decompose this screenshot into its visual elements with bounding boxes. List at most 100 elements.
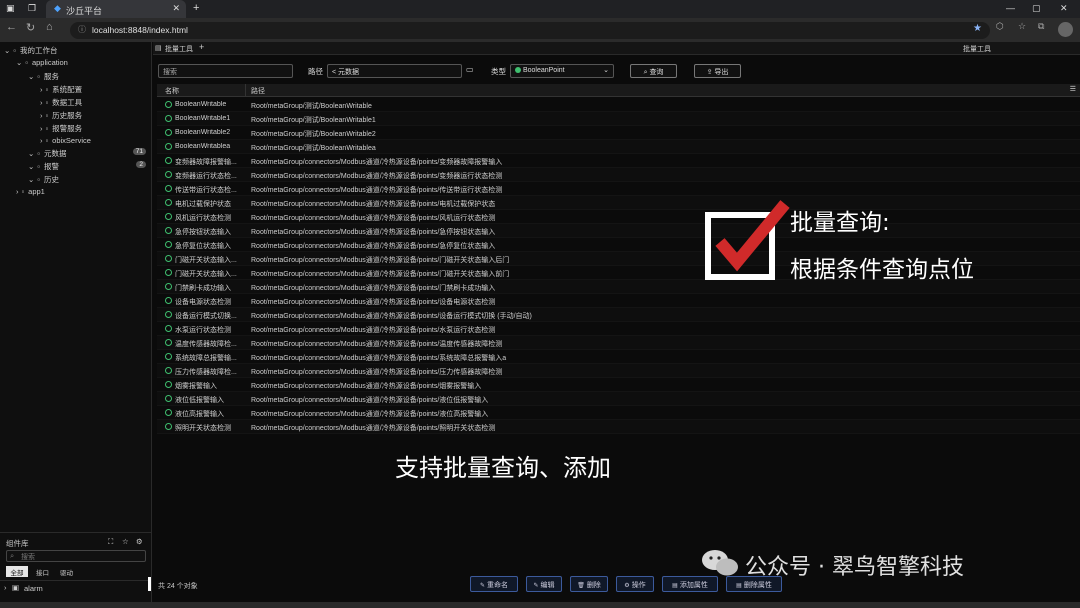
table-row[interactable]: 变频器运行状态检... Root/metaGroup/connectors/Mod… <box>157 168 1080 182</box>
folder-icon[interactable]: ▭ <box>466 65 474 74</box>
chevron-icon[interactable]: › <box>40 85 43 94</box>
tree-item[interactable]: › ▫ obixService <box>40 136 152 148</box>
table-row[interactable]: 液位低报警输入 Root/metaGroup/connectors/Modbus通… <box>157 392 1080 406</box>
divider <box>0 580 152 581</box>
table-row[interactable]: 烟雾报警输入 Root/metaGroup/connectors/Modbus通道… <box>157 378 1080 392</box>
sidebar: ⌄ ▫ 我的工作台 ⌄ ▫ application ⌄ ▫ 服务 › ▫ 系统配置 › ▫ 数据工具 › ▫ 历史… <box>0 42 152 602</box>
status-dot-icon <box>165 185 172 192</box>
chevron-icon[interactable]: › <box>16 187 19 196</box>
url-field[interactable]: ⓘ localhost:8848/index.html ★ <box>70 22 990 39</box>
chevron-icon[interactable]: ⌄ <box>28 149 34 158</box>
search-input[interactable]: 搜索 <box>158 64 293 78</box>
query-button[interactable]: ⌕ 查询 <box>630 64 677 78</box>
browser-tab[interactable]: ◆ 沙丘平台 ✕ <box>46 0 186 18</box>
tree-item-label: 报警 <box>43 162 59 171</box>
alarm-icon: ▣ <box>12 583 20 592</box>
table-row[interactable]: 压力传感器故障检... Root/metaGroup/connectors/Mod… <box>157 364 1080 378</box>
table-row[interactable]: 照明开关状态检测 Root/metaGroup/connectors/Modbus… <box>157 420 1080 434</box>
maximize-icon[interactable]: ▢ <box>1032 3 1041 14</box>
settings-icon[interactable]: ⚙ <box>136 537 143 546</box>
workspace-icon[interactable]: ▣ <box>6 3 15 14</box>
chevron-icon[interactable]: › <box>40 98 43 107</box>
tree-item[interactable]: › ▫ 系统配置 <box>40 84 152 96</box>
star-icon[interactable]: ★ <box>973 23 982 34</box>
table-row[interactable]: BooleanWritable Root/metaGroup/测试/Boolean… <box>157 98 1080 112</box>
tree-item[interactable]: ⌄ ▫ 历史 <box>28 174 152 186</box>
tree-item[interactable]: ⌄ ▫ 服务 <box>28 71 152 83</box>
row-path: Root/metaGroup/connectors/Modbus通道/冷热源设备… <box>251 299 496 306</box>
table-row[interactable]: 设备电源状态检测 Root/metaGroup/connectors/Modbus… <box>157 294 1080 308</box>
tree-item[interactable]: › ▫ app1 <box>16 187 152 199</box>
tree-item[interactable]: ⌄ ▫ 我的工作台 <box>4 45 152 57</box>
chevron-icon[interactable]: ⌄ <box>28 162 34 171</box>
col-name[interactable]: 名称 <box>165 86 179 96</box>
tree-item[interactable]: › ▫ 历史服务 <box>40 110 152 122</box>
new-tab-icon[interactable]: + <box>193 2 199 14</box>
footer-button-2[interactable]: 🗑 删除 <box>570 576 608 592</box>
tree-item[interactable]: ⌄ ▫ 报警 2 <box>28 161 152 173</box>
tabs-icon[interactable]: ❐ <box>28 3 36 14</box>
tab-title: 沙丘平台 <box>66 6 103 16</box>
chevron-icon[interactable]: › <box>40 136 43 145</box>
footer-button-0[interactable]: ✎ 重命名 <box>470 576 518 592</box>
chevron-icon[interactable]: ⌄ <box>28 175 34 184</box>
tree-item[interactable]: › ▫ 报警服务 <box>40 123 152 135</box>
table-row[interactable]: 变频器故障报警输... Root/metaGroup/connectors/Mod… <box>157 154 1080 168</box>
minimize-icon[interactable]: — <box>1006 3 1015 13</box>
tab-driver[interactable]: 驱动 <box>60 567 73 577</box>
chevron-right-icon[interactable]: › <box>4 583 7 592</box>
table-row[interactable]: 电机过载保护状态 Root/metaGroup/connectors/Modbus… <box>157 196 1080 210</box>
close-window-icon[interactable]: ✕ <box>1060 3 1068 14</box>
tab-all[interactable]: 全部 <box>6 566 28 577</box>
chevron-icon[interactable]: ⌄ <box>28 72 34 81</box>
alarm-item[interactable]: alarm <box>24 584 43 593</box>
table-row[interactable]: BooleanWritable2 Root/metaGroup/测试/Boolea… <box>157 126 1080 140</box>
add-tab-icon[interactable]: + <box>199 42 204 52</box>
path-input[interactable]: < 元数据 <box>327 64 462 78</box>
footer-button-3[interactable]: ⚙ 操作 <box>616 576 654 592</box>
row-path: Root/metaGroup/connectors/Modbus通道/冷热源设备… <box>251 411 489 418</box>
table-row[interactable]: 风机运行状态检测 Root/metaGroup/connectors/Modbus… <box>157 210 1080 224</box>
status-dot-icon <box>165 325 172 332</box>
table-row[interactable]: 传送带运行状态检... Root/metaGroup/connectors/Mod… <box>157 182 1080 196</box>
home-icon[interactable]: ⌂ <box>46 21 53 33</box>
close-tab-icon[interactable]: ✕ <box>172 3 180 14</box>
collections-icon[interactable]: ⧉ <box>1038 21 1044 32</box>
tree-item[interactable]: ⌄ ▫ application <box>16 58 152 70</box>
chevron-icon[interactable]: › <box>40 111 43 120</box>
chevron-icon[interactable]: › <box>40 124 43 133</box>
button-label: 删除 <box>586 582 601 589</box>
tab-batch-tool[interactable]: 批量工具 <box>165 44 193 54</box>
expand-icon[interactable]: ⛶ <box>108 537 113 547</box>
table-row[interactable]: 设备运行模式切换... Root/metaGroup/connectors/Mod… <box>157 308 1080 322</box>
component-search-input[interactable]: ⌕ 搜索 <box>6 550 146 562</box>
star-icon[interactable]: ☆ <box>122 537 129 546</box>
reload-icon[interactable]: ↻ <box>26 21 35 34</box>
table-row[interactable]: BooleanWritable1 Root/metaGroup/测试/Boolea… <box>157 112 1080 126</box>
col-path[interactable]: 路径 <box>251 86 265 96</box>
tree-item[interactable]: › ▫ 数据工具 <box>40 97 152 109</box>
row-name: 系统故障总报警输... <box>175 355 237 362</box>
row-path: Root/metaGroup/connectors/Modbus通道/冷热源设备… <box>251 257 510 264</box>
table-row[interactable]: 急停按钮状态输入 Root/metaGroup/connectors/Modbus… <box>157 224 1080 238</box>
tab-interface[interactable]: 接口 <box>36 567 49 577</box>
type-select[interactable]: BooleanPoint ⌄ <box>510 64 614 78</box>
table-row[interactable]: 系统故障总报警输... Root/metaGroup/connectors/Mod… <box>157 350 1080 364</box>
table-row[interactable]: BooleanWritablea Root/metaGroup/测试/Boolea… <box>157 140 1080 154</box>
table-row[interactable]: 温度传感器故障检... Root/metaGroup/connectors/Mod… <box>157 336 1080 350</box>
avatar[interactable] <box>1058 22 1073 37</box>
back-icon[interactable]: ← <box>6 21 17 33</box>
footer-button-1[interactable]: ✎ 编辑 <box>526 576 562 592</box>
chevron-icon[interactable]: ⌄ <box>4 46 10 55</box>
favorites-icon[interactable]: ☆ <box>1018 21 1026 32</box>
export-button[interactable]: ⇪ 导出 <box>694 64 741 78</box>
row-path: Root/metaGroup/connectors/Modbus通道/冷热源设备… <box>251 159 503 166</box>
tree-item[interactable]: ⌄ ▫ 元数据 71 <box>28 148 152 160</box>
column-menu-icon[interactable]: ☰ <box>1070 85 1076 93</box>
extension-icon[interactable]: ⬡ <box>996 21 1004 32</box>
table-row[interactable]: 水泵运行状态检测 Root/metaGroup/connectors/Modbus… <box>157 322 1080 336</box>
browser-tab-bar: ▣ ❐ ◆ 沙丘平台 ✕ + — ▢ ✕ <box>0 0 1080 18</box>
table-row[interactable]: 液位高报警输入 Root/metaGroup/connectors/Modbus通… <box>157 406 1080 420</box>
chevron-icon[interactable]: ⌄ <box>16 58 22 67</box>
button-label: 重命名 <box>487 582 509 589</box>
